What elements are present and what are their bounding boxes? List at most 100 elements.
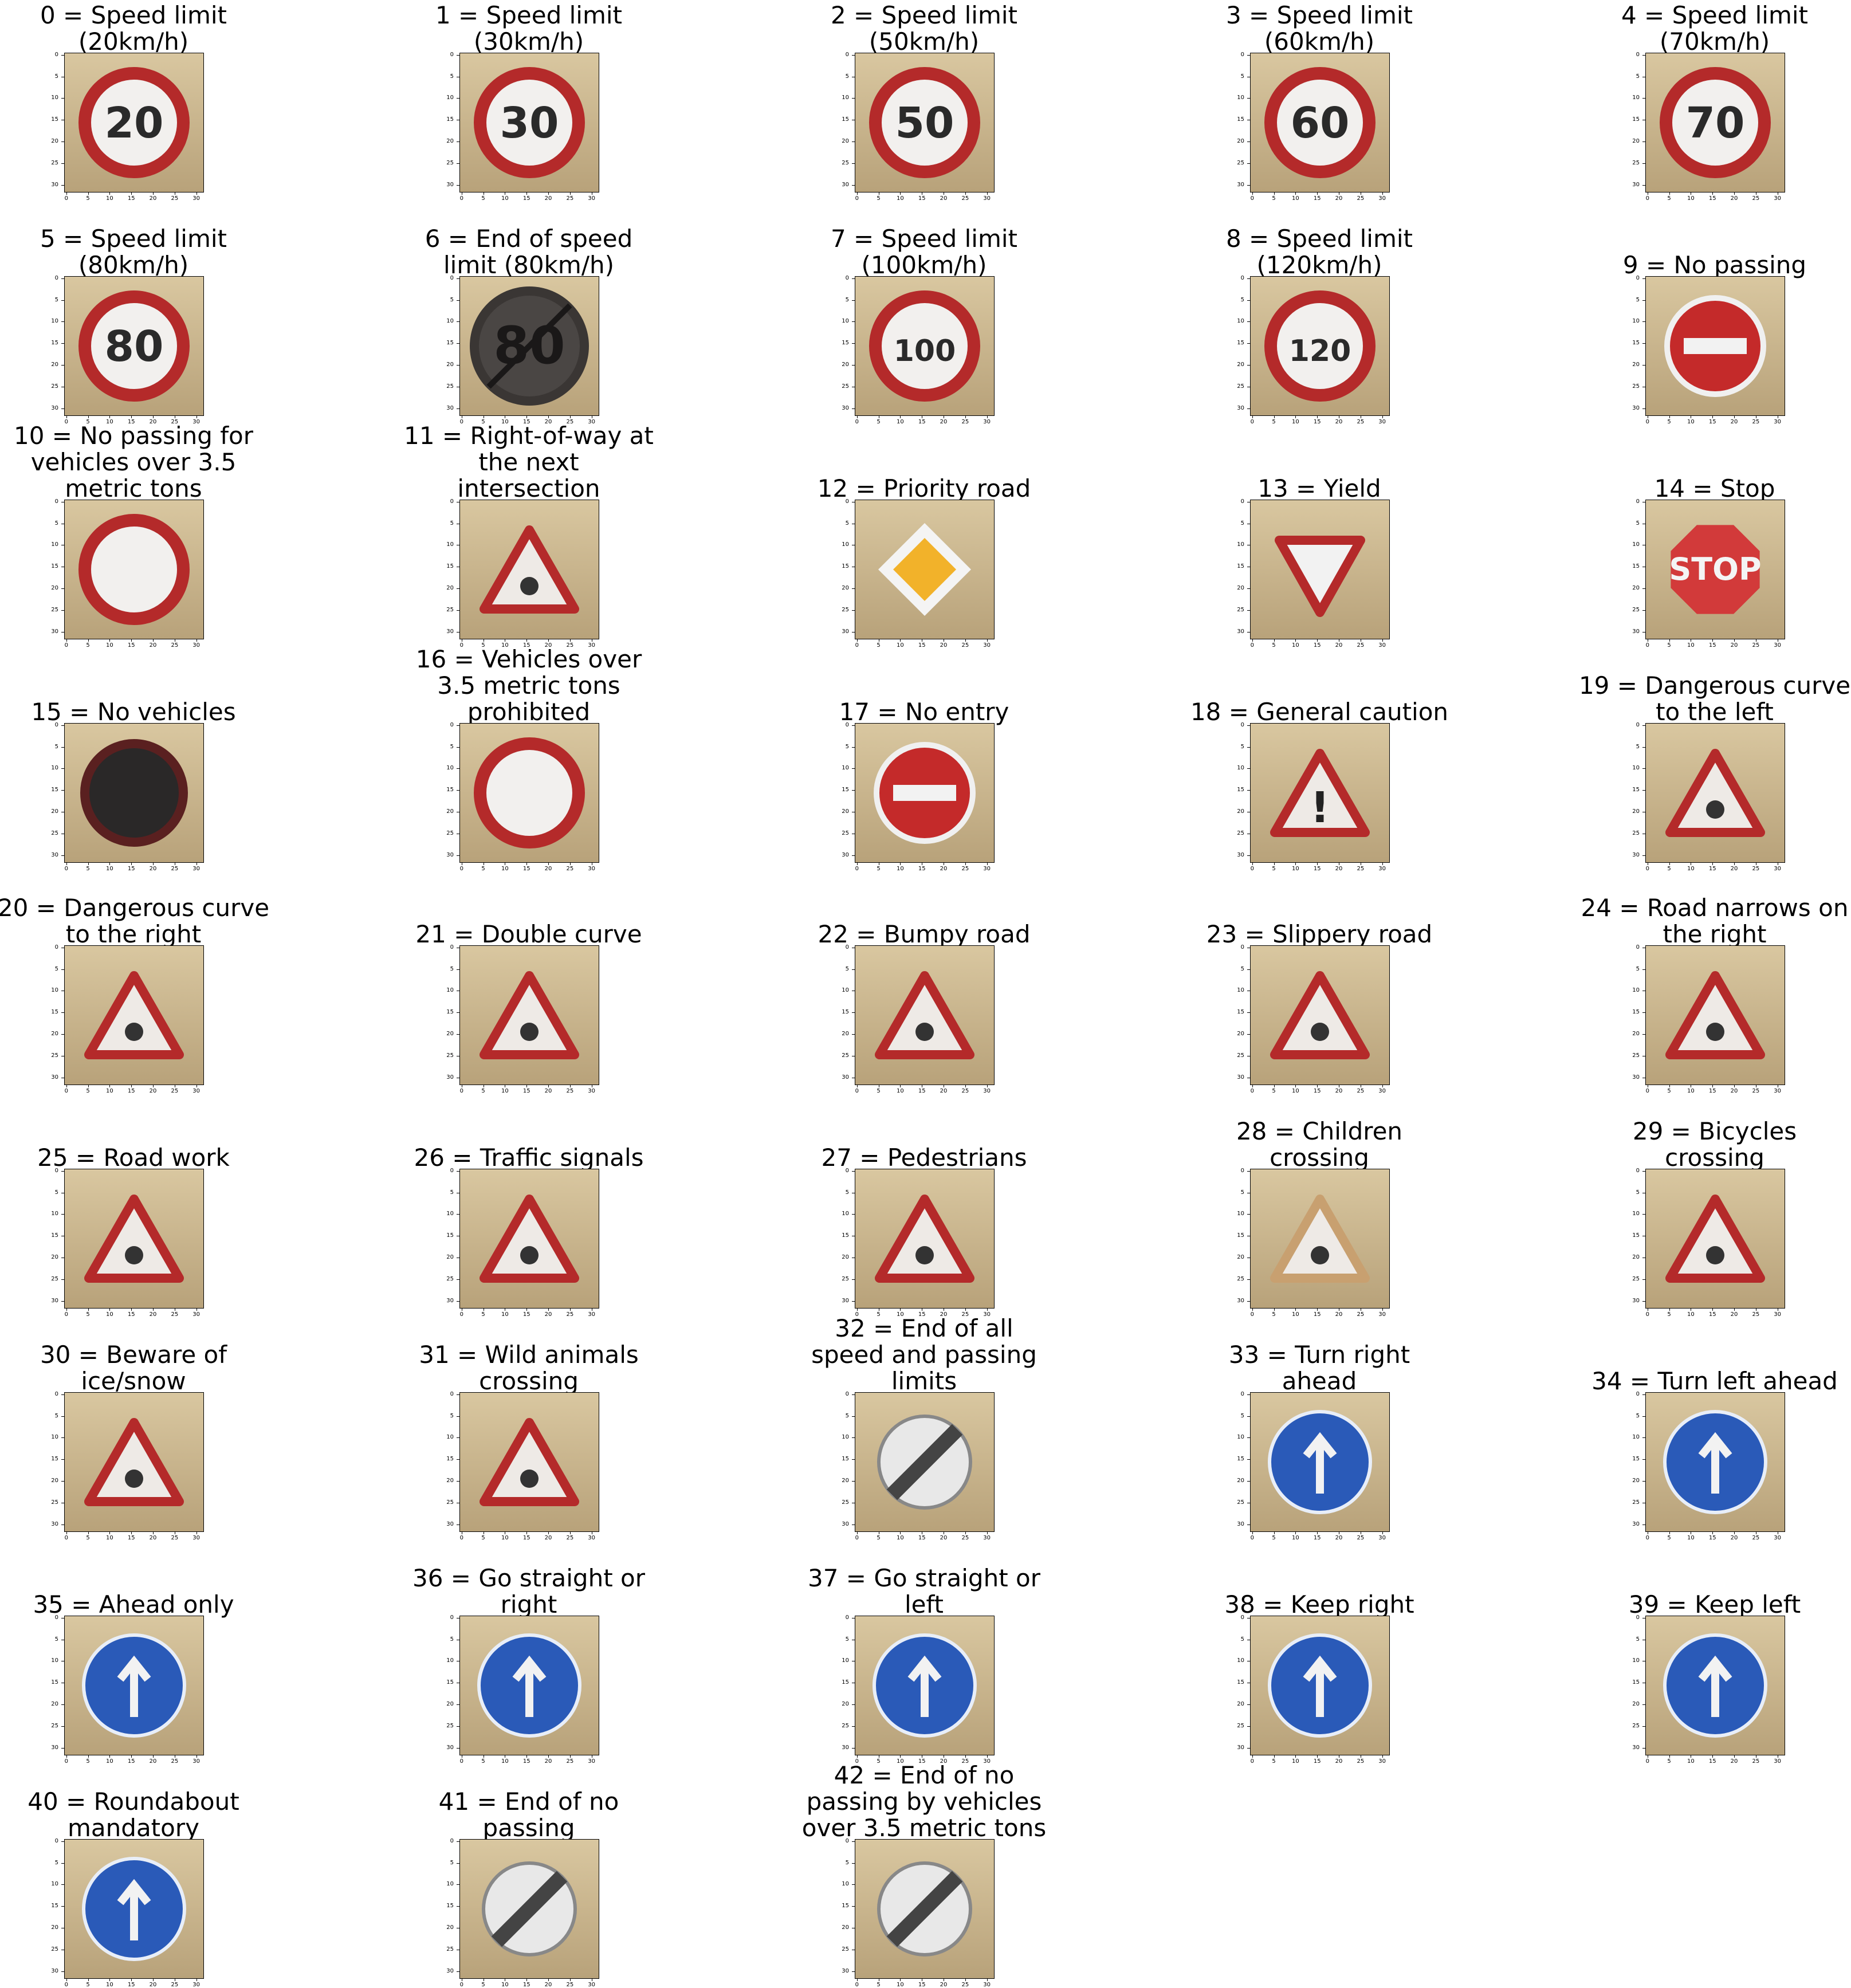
y-tick-label: 10 — [842, 318, 849, 325]
x-tick-mark — [1317, 1308, 1318, 1311]
sign-image — [459, 723, 599, 863]
y-tick-label: 5 — [845, 1636, 849, 1643]
y-tick-mark — [852, 1841, 855, 1842]
y-tick-label: 25 — [51, 383, 58, 390]
y-tick-mark — [852, 343, 855, 344]
y-tick-label: 0 — [54, 721, 58, 728]
y-tick-mark — [1247, 278, 1250, 279]
x-tick-label: 25 — [566, 866, 574, 872]
y-tick-mark — [457, 588, 459, 590]
x-tick-mark — [1734, 1531, 1735, 1534]
x-tick-mark — [1252, 639, 1253, 642]
y-tick-label: 5 — [1636, 965, 1640, 972]
x-tick-label: 0 — [1250, 1535, 1254, 1541]
x-tick-label: 0 — [1250, 1088, 1254, 1094]
x-tick-label: 5 — [86, 1758, 90, 1765]
y-tick-mark — [457, 1841, 459, 1842]
x-tick-label: 0 — [64, 1982, 68, 1988]
y-tick-label: 20 — [446, 1924, 454, 1931]
y-tick-mark — [1642, 1034, 1645, 1035]
sign-picture: 30 — [460, 53, 599, 192]
y-tick-mark — [61, 747, 64, 748]
x-tick-mark — [526, 1531, 528, 1534]
y-tick-label: 10 — [446, 1211, 454, 1217]
x-tick-label: 0 — [1250, 642, 1254, 649]
x-tick-label: 5 — [877, 419, 881, 425]
sign-image — [459, 500, 599, 639]
x-tick-mark — [1274, 1308, 1275, 1311]
y-tick-label: 0 — [1240, 1390, 1244, 1397]
y-tick-label: 30 — [1632, 404, 1640, 411]
x-tick-label: 30 — [588, 1088, 596, 1094]
x-tick-mark — [1669, 192, 1670, 195]
y-tick-label: 15 — [1237, 340, 1244, 347]
y-tick-mark — [1247, 588, 1250, 590]
y-tick-label: 15 — [842, 1903, 849, 1910]
y-tick-mark — [61, 278, 64, 279]
sign-image — [1645, 1616, 1785, 1755]
x-tick-mark — [131, 415, 132, 418]
x-tick-label: 5 — [481, 1982, 485, 1988]
y-tick-mark — [457, 1214, 459, 1215]
x-tick-mark — [526, 1755, 528, 1758]
x-tick-mark — [1734, 1755, 1735, 1758]
y-tick-label: 5 — [450, 743, 454, 750]
y-tick-label: 20 — [1237, 1254, 1244, 1261]
x-tick-label: 30 — [983, 1982, 991, 1988]
y-tick-label: 20 — [446, 1254, 454, 1261]
y-tick-mark — [1247, 1034, 1250, 1035]
x-tick-label: 0 — [64, 1758, 68, 1765]
x-tick-label: 20 — [544, 195, 552, 202]
x-tick-mark — [900, 1085, 901, 1087]
x-tick-mark — [131, 1978, 132, 1981]
y-tick-label: 25 — [1632, 1052, 1640, 1059]
x-tick-label: 15 — [522, 1311, 530, 1318]
y-tick-label: 5 — [1636, 1636, 1640, 1643]
y-tick-mark — [852, 1481, 855, 1482]
x-tick-mark — [1382, 1755, 1383, 1758]
y-tick-mark — [61, 1012, 64, 1013]
x-tick-mark — [569, 415, 571, 418]
sign-image: ! — [1250, 723, 1390, 863]
panel-title: 28 = Children crossing — [1236, 1117, 1403, 1172]
x-tick-label: 10 — [501, 866, 509, 872]
y-tick-label: 0 — [845, 721, 849, 728]
x-tick-label: 30 — [983, 642, 991, 649]
y-tick-label: 0 — [54, 1837, 58, 1844]
sign-image: 30 — [459, 53, 599, 192]
x-tick-mark — [569, 1531, 571, 1534]
y-tick-label: 30 — [842, 628, 849, 635]
y-tick-label: 0 — [450, 721, 454, 728]
y-tick-label: 25 — [446, 606, 454, 613]
y-tick-mark — [1642, 969, 1645, 970]
y-tick-label: 25 — [1237, 383, 1244, 390]
y-tick-label: 25 — [446, 830, 454, 836]
y-tick-mark — [852, 768, 855, 769]
x-tick-mark — [109, 1978, 111, 1981]
x-tick-label: 25 — [171, 866, 179, 872]
sign-image: STOP — [1645, 500, 1785, 639]
x-tick-label: 30 — [983, 1088, 991, 1094]
y-tick-label: 15 — [1237, 1679, 1244, 1686]
y-tick-label: 15 — [51, 1679, 58, 1686]
y-tick-mark — [61, 1971, 64, 1972]
y-tick-mark — [457, 790, 459, 791]
x-tick-label: 25 — [566, 1535, 574, 1541]
x-tick-label: 25 — [1357, 1088, 1365, 1094]
x-tick-label: 10 — [897, 866, 904, 872]
y-tick-label: 15 — [446, 1903, 454, 1910]
y-tick-mark — [1642, 1394, 1645, 1395]
y-tick-mark — [457, 1863, 459, 1864]
panel-title: 10 = No passing for vehicles over 3.5 me… — [13, 422, 253, 502]
x-tick-label: 30 — [1378, 1535, 1386, 1541]
y-tick-mark — [1642, 1416, 1645, 1417]
x-tick-mark — [88, 192, 89, 195]
panel-title: 29 = Bicycles crossing — [1632, 1117, 1797, 1172]
sign-image — [64, 500, 204, 639]
x-tick-label: 15 — [1708, 1088, 1716, 1094]
y-tick-label: 15 — [51, 116, 58, 123]
y-tick-label: 5 — [54, 520, 58, 527]
y-tick-label: 5 — [54, 1636, 58, 1643]
x-tick-mark — [88, 639, 89, 642]
y-tick-mark — [852, 300, 855, 301]
